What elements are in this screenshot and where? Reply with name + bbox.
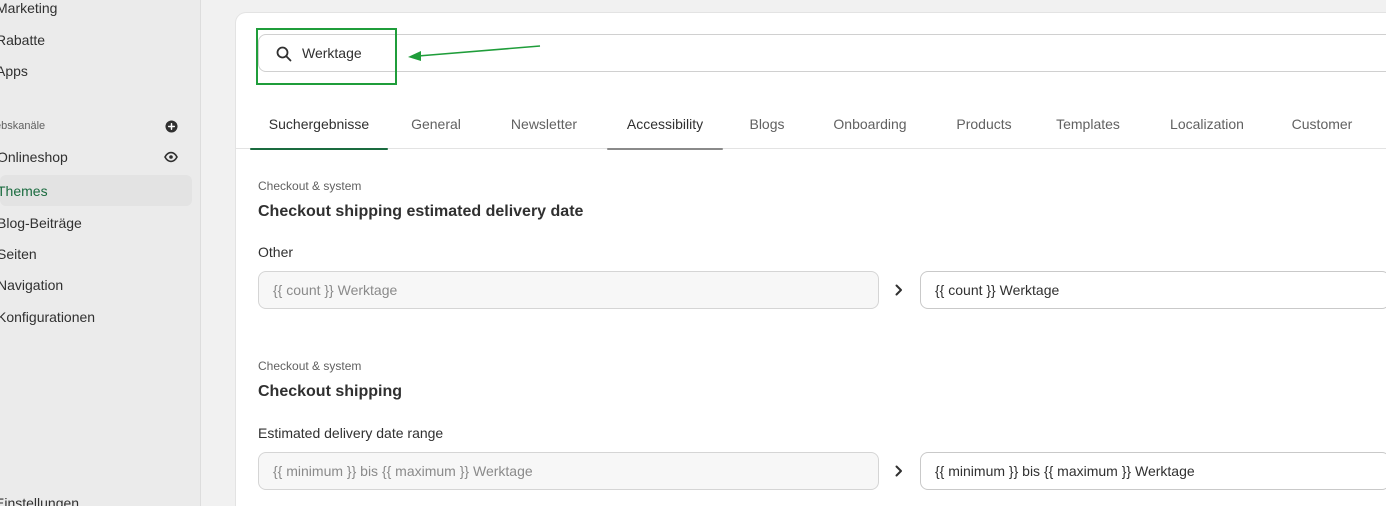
eye-icon[interactable] [164,150,178,164]
tab-label: Blogs [749,116,785,132]
tab-accessibility[interactable]: Accessibility [607,99,723,150]
tab-label: Newsletter [510,116,578,132]
tab-label: General [411,116,461,132]
tab-bar: Suchergebnisse General Newsletter Access… [236,99,1386,150]
source-text-field: {{ count }} Werktage [258,271,879,309]
sidebar-item-rabatte[interactable]: Rabatte [0,24,192,55]
sidebar-item-einstellungen[interactable]: Einstellungen [0,487,192,506]
sidebar-item-label: Rabatte [0,31,46,48]
field-label: Other [258,244,294,260]
sidebar-item-label: Navigation [0,276,64,293]
tab-blogs[interactable]: Blogs [741,99,793,149]
tab-underline [607,148,723,150]
tab-label: Onboarding [833,116,907,132]
plus-circle-icon[interactable] [164,119,178,133]
tab-underline [250,148,388,150]
tab-onboarding[interactable]: Onboarding [821,99,919,149]
sidebar-item-label: Onlineshop [0,148,68,165]
sidebar-item-label: Apps [0,62,28,79]
sidebar-item-navigation[interactable]: Navigation [0,269,192,300]
sidebar-item-seiten[interactable]: Seiten [0,238,192,269]
sidebar-item-label: Seiten [0,245,37,262]
source-text-field: {{ minimum }} bis {{ maximum }} Werktage [258,452,879,490]
tab-localization[interactable]: Localization [1160,99,1254,149]
translation-panel: Werktage Suchergebnisse General Newslett… [236,13,1386,506]
sidebar-item-label: Blog-Beiträge [0,214,82,231]
sidebar-item-onlineshop[interactable]: Onlineshop [0,141,192,172]
sidebar-item-label: Themes [0,182,48,199]
result-title: Checkout shipping estimated delivery dat… [258,203,584,220]
result-category: Checkout & system [258,179,362,193]
tab-customer[interactable]: Customer [1282,99,1362,149]
tab-label: Customer [1291,116,1353,132]
tab-products[interactable]: Products [948,99,1020,149]
tab-label: Suchergebnisse [268,116,370,132]
tab-label: Products [956,116,1012,132]
tab-newsletter[interactable]: Newsletter [499,99,589,149]
annotation-highlight-box [256,28,397,85]
result-title: Checkout shipping [258,383,402,400]
sidebar-section-label: ebskanäle [0,120,46,132]
sidebar-section-sales-channels: ebskanäle [0,116,192,136]
sidebar-item-apps[interactable]: Apps [0,55,192,86]
chevron-right-icon [891,463,907,479]
tab-templates[interactable]: Templates [1048,99,1128,149]
sidebar-item-konfigurationen[interactable]: Konfigurationen [0,301,192,332]
tab-general[interactable]: General [401,99,471,149]
tab-label: Templates [1056,116,1120,132]
tab-label: Localization [1170,116,1244,132]
annotation-arrow [408,45,541,61]
tab-label: Accessibility [626,116,704,132]
sidebar-item-blog-beitraege[interactable]: Blog-Beiträge [0,207,192,238]
field-label: Estimated delivery date range [258,425,444,441]
sidebar-item-label: Konfigurationen [0,308,96,325]
result-category: Checkout & system [258,359,362,373]
sidebar-item-label: Marketing [0,0,58,16]
sidebar-item-marketing[interactable]: Marketing [0,0,192,23]
translation-input[interactable]: {{ count }} Werktage [920,271,1386,309]
sidebar-item-themes[interactable]: Themes [0,175,192,206]
tab-suchergebnisse[interactable]: Suchergebnisse [250,99,388,150]
chevron-right-icon [891,282,907,298]
translation-input[interactable]: {{ minimum }} bis {{ maximum }} Werktage [920,452,1386,490]
sidebar: Marketing Rabatte Apps ebskanäle Onlines… [0,0,201,506]
sidebar-item-label: Einstellungen [0,494,80,506]
